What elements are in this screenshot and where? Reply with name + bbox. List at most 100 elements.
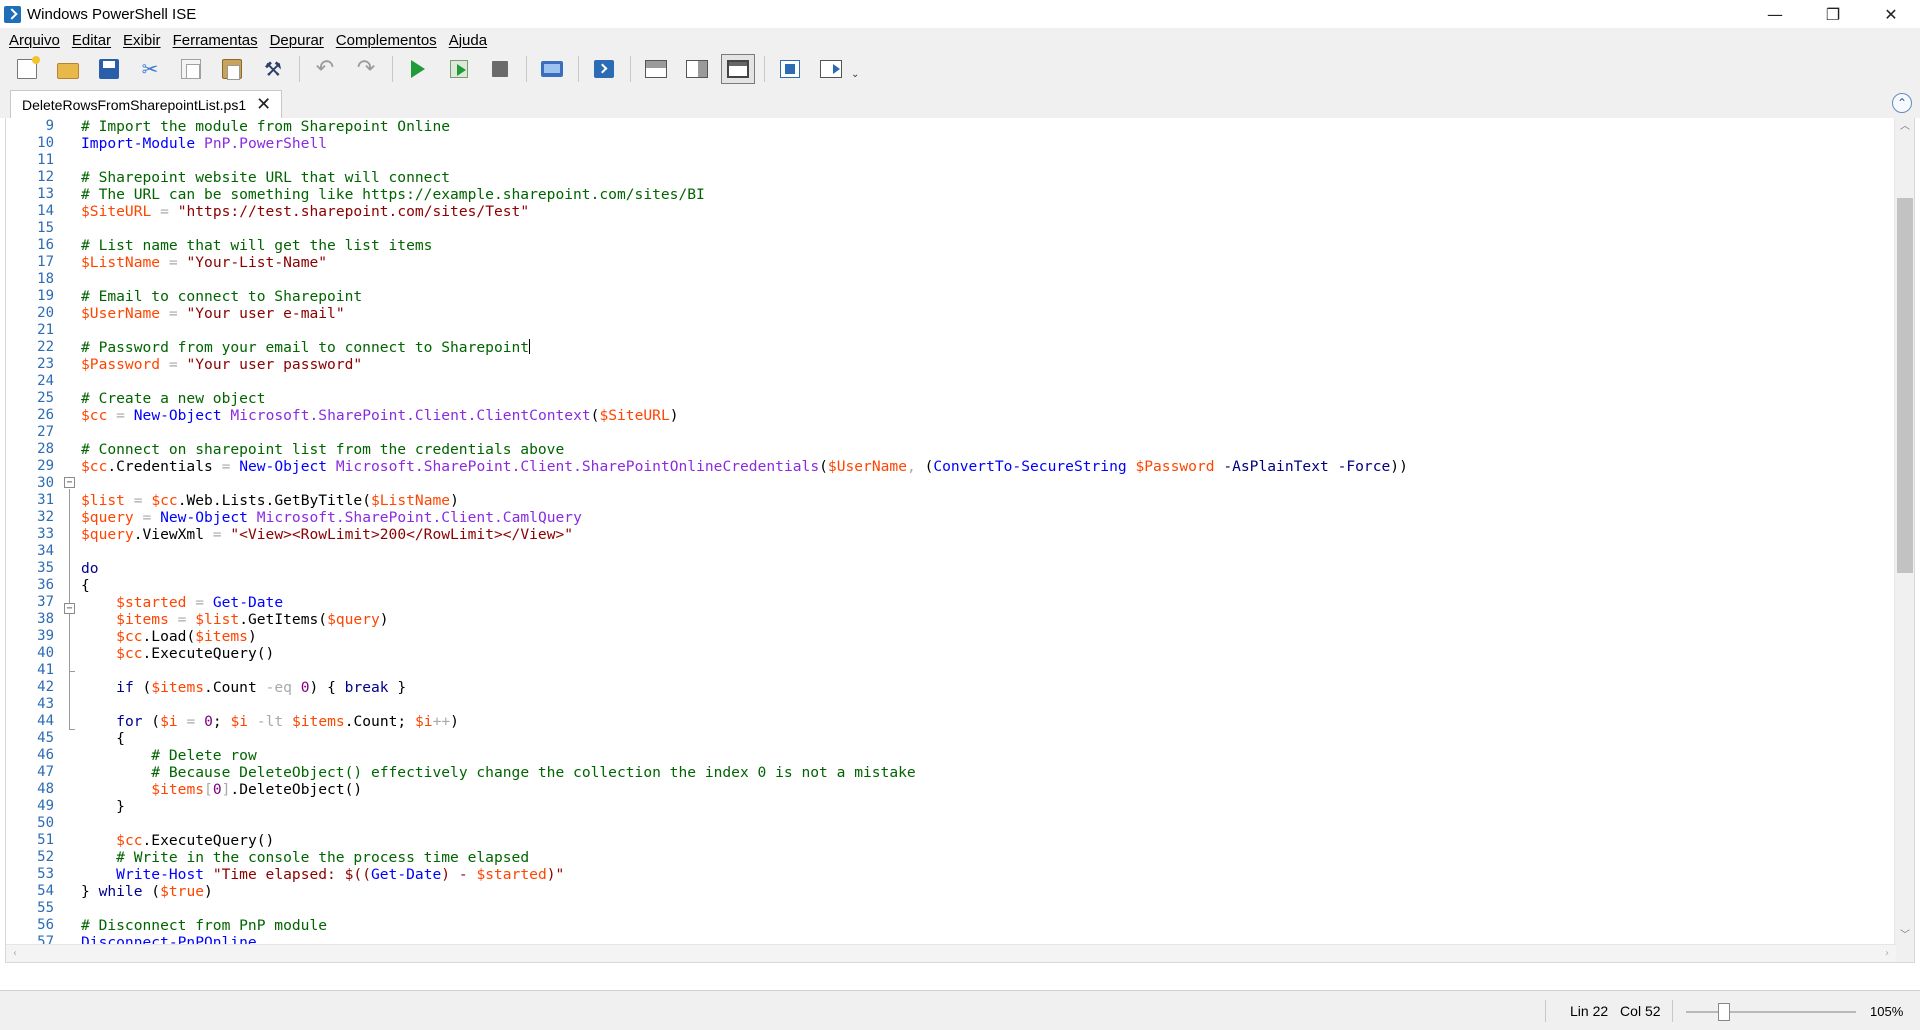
script-pane-top-icon [645,60,667,78]
copy-button[interactable] [174,54,208,84]
script-pane-right-button[interactable] [680,54,714,84]
toolbar-overflow-icon[interactable]: ⌄ [851,69,859,80]
menu-ajuda[interactable]: Ajuda [443,32,493,49]
collapse-script-pane-button[interactable]: ⌃ [1892,93,1912,113]
code-token: .ViewXml [134,526,213,543]
code-line[interactable]: # The URL can be something like https://… [81,186,705,203]
line-number: 37 [6,594,54,611]
code-line[interactable]: for ($i = 0; $i -lt $items.Count; $i++) [81,713,459,730]
restore-button[interactable]: ❐ [1804,0,1862,28]
code-line[interactable]: $UserName = "Your user e-mail" [81,305,345,322]
code-line[interactable]: { [81,730,125,747]
scroll-right-icon[interactable]: › [1878,945,1896,963]
script-editor[interactable]: 9101112131415161718192021222324252627282… [5,118,1915,963]
code-line[interactable]: $query.ViewXml = "<View><RowLimit>200</R… [81,526,573,543]
window-title: Windows PowerShell ISE [27,6,196,23]
code-line[interactable]: $cc.ExecuteQuery() [81,832,274,849]
code-token: $i [230,713,248,730]
code-line[interactable]: Import-Module PnP.PowerShell [81,135,327,152]
zoom-slider-thumb[interactable] [1718,1003,1730,1021]
cut-button[interactable]: ✂ [133,54,167,84]
code-line[interactable]: do [81,560,99,577]
line-number: 50 [6,815,54,832]
code-line[interactable]: $cc.ExecuteQuery() [81,645,274,662]
tab-deleterowsfromsharepointlist[interactable]: DeleteRowsFromSharepointList.ps1 ✕ [10,90,282,118]
code-token: Get-Date [213,594,283,611]
addon-tools-button[interactable] [814,54,848,84]
code-line[interactable]: # Password from your email to connect to… [81,339,530,356]
code-line[interactable]: # List name that will get the list items [81,237,432,254]
code-line[interactable]: $Password = "Your user password" [81,356,362,373]
code-line[interactable]: # Email to connect to Sharepoint [81,288,362,305]
command-window-button[interactable] [773,54,807,84]
cursor-line: Lin 22 [1570,1003,1608,1019]
horizontal-scrollbar[interactable]: ‹ › [6,944,1896,962]
code-line[interactable]: $SiteURL = "https://test.sharepoint.com/… [81,203,529,220]
code-area[interactable]: # Import the module from Sharepoint Onli… [81,118,1881,948]
code-token: # Write in the console the process time … [116,849,529,866]
code-line[interactable]: $cc.Credentials = New-Object Microsoft.S… [81,458,1408,475]
code-line[interactable]: # Sharepoint website URL that will conne… [81,169,450,186]
code-line[interactable]: $items[0].DeleteObject() [81,781,362,798]
run-selection-button[interactable] [442,54,476,84]
zoom-slider-track[interactable] [1686,1011,1856,1013]
scroll-up-icon[interactable]: ︿ [1895,118,1915,136]
code-line[interactable]: # Delete row [81,747,257,764]
code-line[interactable]: } while ($true) [81,883,213,900]
code-line[interactable]: if ($items.Count -eq 0) { break } [81,679,406,696]
minimize-button[interactable]: — [1746,0,1804,28]
fold-toggle-icon[interactable]: − [64,603,75,614]
run-script-button[interactable] [401,54,435,84]
code-line[interactable]: } [81,798,125,815]
remote-powershell-button[interactable] [535,54,569,84]
code-line[interactable]: # Because DeleteObject() effectively cha… [81,764,916,781]
code-line[interactable]: $list = $cc.Web.Lists.GetByTitle($ListNa… [81,492,459,509]
code-token: -AsPlainText [1223,458,1328,475]
save-button[interactable] [92,54,126,84]
stop-button[interactable] [483,54,517,84]
powershell-console-icon [594,60,614,78]
menu-complementos[interactable]: Complementos [330,32,443,49]
scroll-down-icon[interactable]: ﹀ [1895,927,1915,945]
powershell-console-button[interactable] [587,54,621,84]
code-token [125,407,134,424]
code-line[interactable]: $cc = New-Object Microsoft.SharePoint.Cl… [81,407,679,424]
menu-depurar[interactable]: Depurar [264,32,330,49]
menu-editar[interactable]: Editar [66,32,117,49]
code-line[interactable]: { [81,577,90,594]
code-line[interactable]: $items = $list.GetItems($query) [81,611,389,628]
paste-button[interactable] [215,54,249,84]
code-line[interactable]: $ListName = "Your-List-Name" [81,254,327,271]
code-line[interactable]: # Create a new object [81,390,266,407]
fold-toggle-icon[interactable]: − [64,477,75,488]
code-line[interactable]: $cc.Load($items) [81,628,257,645]
close-tab-icon[interactable]: ✕ [256,96,271,114]
code-line[interactable]: Write-Host "Time elapsed: $((Get-Date) -… [81,866,564,883]
menu-ferramentas[interactable]: Ferramentas [167,32,264,49]
new-script-button[interactable] [10,54,44,84]
code-line[interactable]: # Connect on sharepoint list from the cr… [81,441,564,458]
code-line[interactable]: # Write in the console the process time … [81,849,529,866]
open-button[interactable] [51,54,85,84]
clear-console-button[interactable]: ⚒ [256,54,290,84]
vertical-scroll-thumb[interactable] [1897,198,1913,573]
script-pane-maximized-button[interactable] [721,54,755,84]
code-line[interactable]: # Import the module from Sharepoint Onli… [81,118,450,135]
code-line[interactable]: # Disconnect from PnP module [81,917,327,934]
redo-button[interactable]: ↷ [349,54,383,84]
undo-button[interactable]: ↶ [308,54,342,84]
close-window-button[interactable]: ✕ [1862,0,1920,28]
vertical-scrollbar[interactable]: ︿ ﹀ [1894,118,1914,963]
code-token: $started [476,866,546,883]
scroll-left-icon[interactable]: ‹ [6,945,24,963]
code-token: # List name that will get the list items [81,237,432,254]
code-token: .GetItems( [239,611,327,628]
code-token [169,203,178,220]
script-pane-top-button[interactable] [639,54,673,84]
code-token [151,509,160,526]
code-token: ; [213,713,231,730]
menu-arquivo[interactable]: Arquivo [3,32,66,49]
menu-exibir[interactable]: Exibir [117,32,167,49]
code-line[interactable]: $started = Get-Date [81,594,283,611]
code-line[interactable]: $query = New-Object Microsoft.SharePoint… [81,509,582,526]
